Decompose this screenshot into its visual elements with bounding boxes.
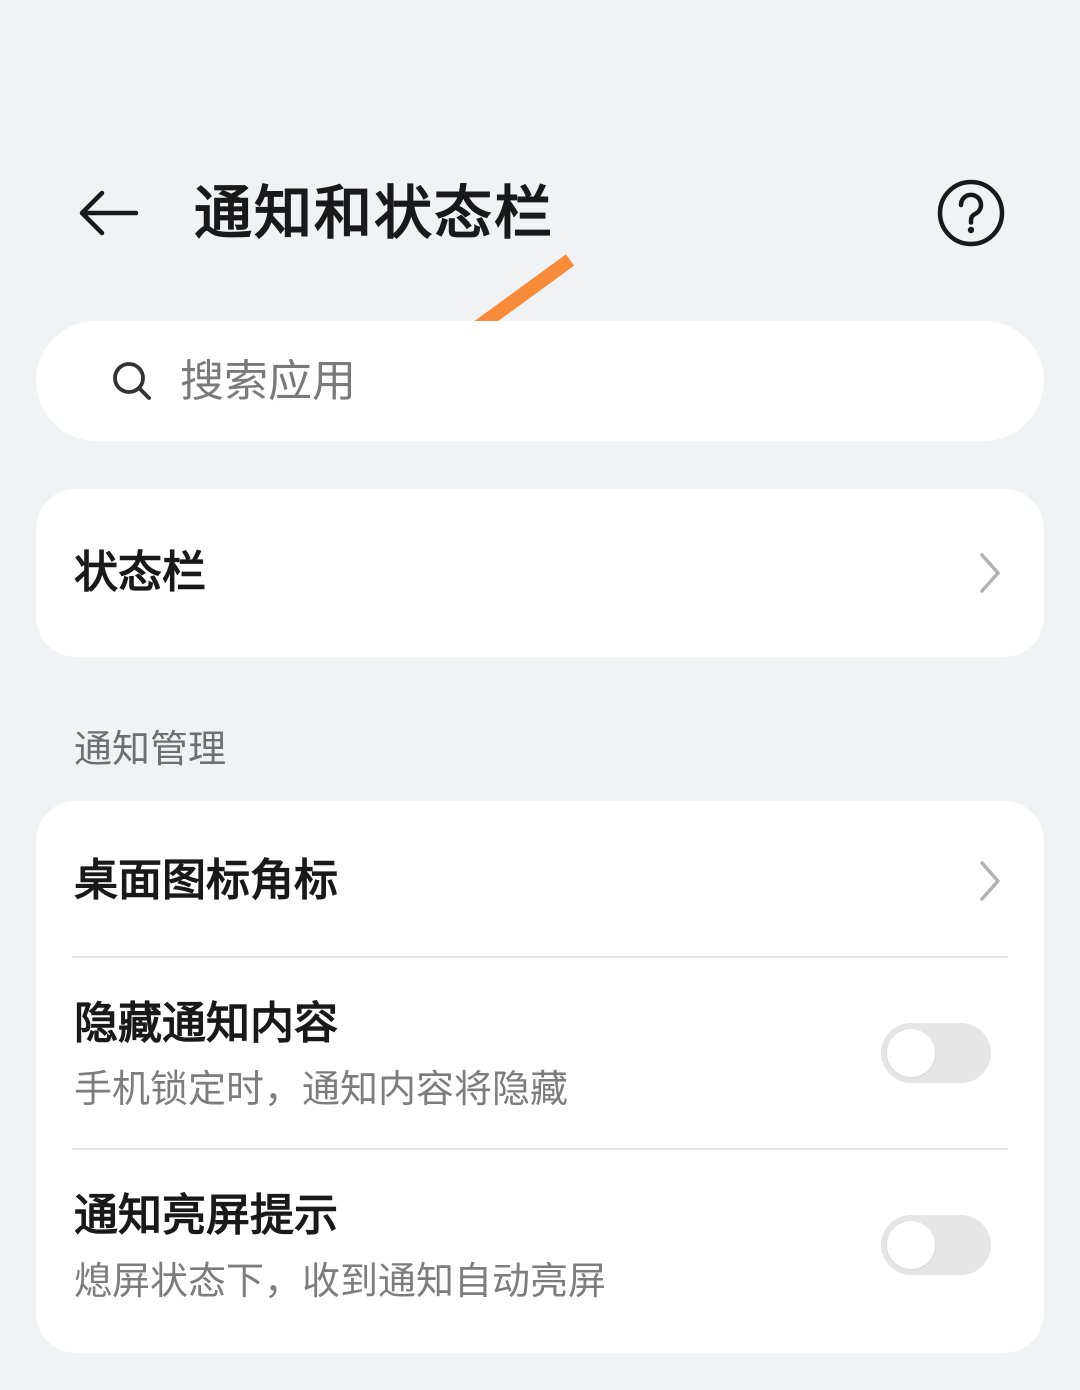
chevron-right-icon (980, 553, 1000, 593)
toggle-knob (887, 1221, 935, 1269)
badge-settings-row[interactable]: 桌面图标角标 (36, 801, 1044, 956)
search-input[interactable] (180, 355, 940, 407)
search-icon (110, 359, 154, 403)
question-circle-icon (937, 179, 1005, 247)
wake-screen-on-notification-row: 通知亮屏提示 熄屏状态下，收到通知自动亮屏 (36, 1150, 1044, 1353)
help-button[interactable] (936, 178, 1006, 248)
search-bar[interactable] (36, 321, 1044, 441)
badge-settings-label: 桌面图标角标 (74, 855, 338, 906)
hide-notification-content-toggle[interactable] (881, 1023, 991, 1083)
wake-screen-on-notification-description: 熄屏状态下，收到通知自动亮屏 (74, 1259, 607, 1303)
status-bar-label: 状态栏 (74, 547, 206, 598)
hide-notification-content-row: 隐藏通知内容 手机锁定时，通知内容将隐藏 (36, 958, 1044, 1148)
wake-screen-on-notification-toggle[interactable] (881, 1215, 991, 1275)
back-button[interactable] (68, 178, 148, 248)
hide-notification-content-description: 手机锁定时，通知内容将隐藏 (74, 1067, 569, 1111)
status-bar-row[interactable]: 状态栏 (36, 489, 1044, 657)
toggle-knob (887, 1029, 935, 1077)
arrow-left-icon (79, 190, 139, 236)
wake-screen-on-notification-label: 通知亮屏提示 (74, 1190, 338, 1241)
status-bar-card[interactable]: 状态栏 (36, 489, 1044, 657)
top-app-bar: 通知和状态栏 (0, 150, 1080, 280)
section-label-notification-management: 通知管理 (74, 727, 227, 771)
chevron-right-icon (980, 861, 1000, 901)
hide-notification-content-label: 隐藏通知内容 (74, 998, 338, 1049)
page-title: 通知和状态栏 (194, 179, 555, 247)
notification-management-card: 桌面图标角标 隐藏通知内容 手机锁定时，通知内容将隐藏 通知亮屏提示 熄屏状态下… (36, 801, 1044, 1353)
